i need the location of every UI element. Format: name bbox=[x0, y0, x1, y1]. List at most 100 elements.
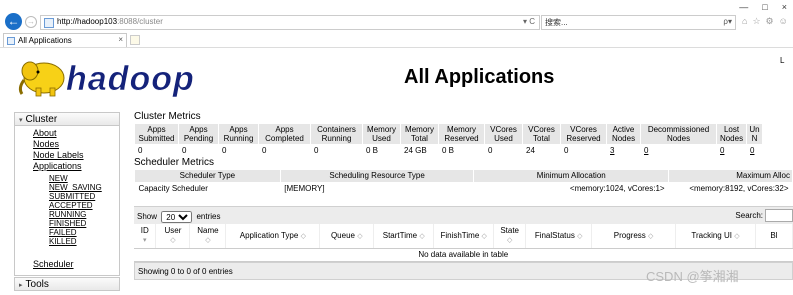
app-state-accepted[interactable]: ACCEPTED bbox=[49, 201, 93, 210]
sort-icon: ◇ bbox=[506, 237, 513, 245]
column-header-blacklisted[interactable]: Bl bbox=[755, 224, 793, 249]
address-bar[interactable]: http://hadoop103:8088/cluster ▾ C bbox=[40, 15, 540, 30]
scheduler-header: Minimum Allocation bbox=[473, 169, 670, 183]
sort-icon: ◇ bbox=[419, 232, 425, 240]
metrics-header: Decommissioned Nodes bbox=[640, 123, 717, 145]
column-header-name[interactable]: Name ◇ bbox=[189, 224, 227, 249]
watermark: CSDN @筝湘湘 bbox=[646, 269, 739, 284]
scheduler-metrics-title: Scheduler Metrics bbox=[134, 157, 215, 168]
browser-search-box[interactable]: 搜索... ρ▾ bbox=[541, 15, 736, 30]
column-header-queue[interactable]: Queue ◇ bbox=[319, 224, 375, 249]
forward-arrow-icon[interactable]: → bbox=[25, 16, 37, 28]
star-icon[interactable]: ☆ bbox=[752, 16, 760, 27]
metrics-header: Memory Total bbox=[400, 123, 439, 145]
cluster-section-label: Cluster bbox=[25, 114, 58, 125]
collapse-triangle-icon: ▾ bbox=[19, 117, 23, 124]
back-arrow-icon[interactable]: ← bbox=[5, 13, 22, 30]
tab-strip: All Applications × bbox=[0, 33, 793, 47]
cluster-metrics-header-row: Apps Submitted Apps Pending Apps Running Ap… bbox=[134, 123, 763, 145]
close-window-button[interactable]: × bbox=[782, 2, 787, 12]
page-header: hadoop All Applications L bbox=[0, 48, 793, 110]
applications-table: ID ▾ User ◇ Name ◇ Application Type ◇ Queue… bbox=[134, 224, 793, 262]
tools-section-label: Tools bbox=[25, 279, 49, 290]
page-title: All Applications bbox=[404, 66, 555, 88]
browser-chrome: — □ × ← → http://hadoop103:8088/cluster … bbox=[0, 0, 793, 48]
tab-favicon-icon bbox=[7, 37, 15, 45]
sidebar-link-node-labels[interactable]: Node Labels bbox=[33, 150, 84, 160]
show-label: Show bbox=[137, 212, 158, 222]
app-state-new[interactable]: NEW bbox=[49, 174, 68, 183]
tab-close-icon[interactable]: × bbox=[118, 35, 123, 44]
sidebar-link-about[interactable]: About bbox=[33, 128, 57, 138]
entries-label: entries bbox=[196, 212, 221, 222]
sort-icon: ◇ bbox=[170, 237, 176, 245]
scheduler-header: Scheduler Type bbox=[134, 169, 281, 183]
cluster-metrics-title: Cluster Metrics bbox=[134, 111, 201, 122]
navigation-bar: ← → http://hadoop103:8088/cluster ▾ C 搜索… bbox=[0, 12, 793, 32]
cluster-section-body: About Nodes Node Labels Applications NEW… bbox=[14, 126, 120, 276]
metrics-header: Lost Nodes bbox=[716, 123, 747, 145]
show-entries-control: Show 20 entries bbox=[137, 211, 221, 223]
metric-apps-submitted: 0 bbox=[134, 144, 179, 157]
minimize-button[interactable]: — bbox=[739, 2, 748, 12]
metric-memory-total: 24 GB bbox=[400, 144, 439, 157]
cluster-section-header[interactable]: ▾ Cluster bbox=[14, 112, 120, 126]
metrics-header: VCores Used bbox=[484, 123, 523, 145]
metric-lost-nodes-link[interactable]: 0 bbox=[716, 144, 747, 157]
cluster-metrics-table: Apps Submitted Apps Pending Apps Running Ap… bbox=[134, 123, 763, 157]
metrics-header: Apps Submitted bbox=[134, 123, 179, 145]
search-icon[interactable]: ρ▾ bbox=[723, 17, 732, 26]
expand-triangle-icon: ▸ bbox=[19, 282, 23, 289]
sidebar-link-scheduler[interactable]: Scheduler bbox=[33, 259, 74, 269]
main-content: Cluster Metrics Apps Submitted Apps Pendin… bbox=[134, 111, 793, 280]
metrics-header: Memory Reserved bbox=[438, 123, 485, 145]
column-header-starttime[interactable]: StartTime ◇ bbox=[373, 224, 435, 249]
metric-apps-running: 0 bbox=[218, 144, 259, 157]
column-header-id[interactable]: ID ▾ bbox=[134, 224, 157, 249]
column-header-finishtime[interactable]: FinishTime ◇ bbox=[433, 224, 495, 249]
metrics-header: Active Nodes bbox=[606, 123, 641, 145]
table-search-input[interactable] bbox=[765, 209, 793, 222]
tools-section-header[interactable]: ▸ Tools bbox=[14, 277, 120, 291]
window-controls: — □ × bbox=[739, 2, 787, 12]
metric-active-nodes-link[interactable]: 3 bbox=[606, 144, 641, 157]
metric-vcores-reserved: 0 bbox=[560, 144, 607, 157]
scheduler-header: Scheduling Resource Type bbox=[279, 169, 475, 183]
metric-vcores-total: 24 bbox=[522, 144, 561, 157]
app-state-finished[interactable]: FINISHED bbox=[49, 219, 86, 228]
new-tab-button[interactable] bbox=[130, 35, 140, 45]
home-icon[interactable]: ⌂ bbox=[742, 16, 747, 27]
app-state-new-saving[interactable]: NEW_SAVING bbox=[49, 183, 102, 192]
column-header-state[interactable]: State ◇ bbox=[493, 224, 527, 249]
app-state-killed[interactable]: KILLED bbox=[49, 237, 77, 246]
app-state-running[interactable]: RUNNING bbox=[49, 210, 86, 219]
column-header-user[interactable]: User ◇ bbox=[155, 224, 191, 249]
column-header-application-type[interactable]: Application Type ◇ bbox=[225, 224, 321, 249]
scheduler-header-row: Scheduler Type Scheduling Resource Type … bbox=[134, 169, 793, 183]
metric-containers-running: 0 bbox=[310, 144, 363, 157]
sort-icon: ◇ bbox=[205, 237, 211, 245]
entries-per-page-select[interactable]: 20 bbox=[161, 211, 193, 223]
sidebar-link-applications[interactable]: Applications bbox=[33, 161, 82, 171]
sort-icon: ◇ bbox=[357, 232, 363, 240]
smiley-icon[interactable]: ☺ bbox=[779, 16, 788, 27]
tab-all-applications[interactable]: All Applications × bbox=[3, 33, 127, 47]
table-search-label: Search: bbox=[735, 211, 763, 220]
sidebar-link-nodes[interactable]: Nodes bbox=[33, 139, 59, 149]
search-placeholder: 搜索... bbox=[545, 18, 568, 27]
column-header-tracking-ui[interactable]: Tracking UI ◇ bbox=[675, 224, 756, 249]
maximize-button[interactable]: □ bbox=[762, 2, 767, 12]
metrics-header: VCores Total bbox=[522, 123, 561, 145]
tab-title: All Applications bbox=[18, 36, 72, 45]
gear-icon[interactable]: ⚙ bbox=[766, 16, 774, 27]
sort-icon: ◇ bbox=[300, 232, 306, 240]
column-header-finalstatus[interactable]: FinalStatus ◇ bbox=[525, 224, 593, 249]
metric-decommissioned-nodes-link[interactable]: 0 bbox=[640, 144, 717, 157]
refresh-icon[interactable]: ▾ C bbox=[523, 17, 535, 26]
app-state-failed[interactable]: FAILED bbox=[49, 228, 77, 237]
minimum-allocation: <memory:1024, vCores:1> bbox=[569, 184, 665, 193]
column-header-progress[interactable]: Progress ◇ bbox=[591, 224, 677, 249]
app-state-submitted[interactable]: SUBMITTED bbox=[49, 192, 95, 201]
maximum-allocation: <memory:8192, vCores:32> bbox=[689, 184, 789, 193]
metric-unhealthy-nodes-link[interactable]: 0 bbox=[746, 144, 763, 157]
